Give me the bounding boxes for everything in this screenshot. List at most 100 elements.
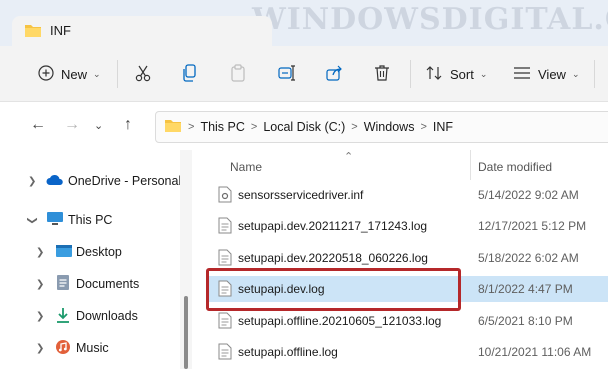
file-row[interactable]: setupapi.dev.20211217_171243.log 12/17/2… — [208, 213, 608, 239]
file-row[interactable]: sensorsservicedriver.inf 5/14/2022 9:02 … — [208, 182, 608, 208]
chevron-down-icon: ⌄ — [93, 68, 101, 79]
view-label: View — [538, 66, 566, 82]
breadcrumb-separator: > — [420, 121, 427, 133]
toolbar-divider — [410, 60, 411, 88]
file-name: setupapi.offline.20210605_121033.log — [238, 314, 442, 328]
sidebar-item-this-pc[interactable]: ❯ This PC — [0, 206, 180, 234]
sidebar-item-onedrive[interactable]: ❯ OneDrive - Personal — [0, 167, 182, 195]
scrollbar-thumb[interactable] — [184, 296, 188, 369]
breadcrumb-separator: > — [351, 121, 358, 133]
column-header-date[interactable]: Date modified — [478, 160, 552, 174]
share-button[interactable] — [326, 60, 344, 88]
documents-icon — [56, 274, 70, 294]
sidebar-item-downloads[interactable]: ❯ Downloads — [0, 302, 180, 330]
expand-chevron-icon[interactable]: ❯ — [27, 216, 38, 224]
sort-icon — [425, 65, 443, 84]
expand-chevron-icon[interactable]: ❯ — [36, 247, 44, 258]
scissors-icon — [134, 64, 152, 85]
sort-ascending-icon: ⌃ — [344, 151, 354, 163]
file-name: sensorsservicedriver.inf — [238, 188, 364, 202]
window-tab[interactable]: INF — [12, 16, 272, 46]
text-file-icon — [218, 312, 232, 332]
breadcrumb-windows[interactable]: Windows — [364, 120, 415, 134]
sort-button[interactable]: Sort ⌄ — [425, 60, 487, 88]
clipboard-icon — [230, 63, 246, 85]
view-button[interactable]: View ⌄ — [513, 60, 580, 88]
breadcrumb-this-pc[interactable]: This PC — [200, 120, 244, 134]
sidebar-item-desktop[interactable]: ❯ Desktop — [0, 238, 180, 266]
expand-chevron-icon[interactable]: ❯ — [36, 343, 44, 354]
new-button[interactable]: New ⌄ — [38, 60, 101, 88]
sidebar-item-label: OneDrive - Personal — [68, 174, 182, 188]
expand-chevron-icon[interactable]: ❯ — [36, 311, 44, 322]
sidebar-item-label: Music — [76, 341, 109, 355]
breadcrumb-inf[interactable]: INF — [433, 120, 453, 134]
text-file-icon — [218, 343, 232, 363]
back-arrow-icon[interactable]: ← — [30, 116, 46, 134]
sidebar-item-documents[interactable]: ❯ Documents — [0, 270, 180, 298]
monitor-icon — [46, 211, 64, 229]
sidebar-item-music[interactable]: ❯ Music — [0, 334, 180, 362]
list-view-icon — [513, 66, 531, 83]
music-icon — [55, 339, 71, 358]
rename-button[interactable] — [278, 60, 296, 88]
sidebar-item-label: Downloads — [76, 309, 138, 323]
file-date: 6/5/2021 8:10 PM — [478, 314, 573, 328]
command-bar: New ⌄ Sort ⌄ View ⌄ — [0, 46, 608, 102]
download-icon — [56, 307, 70, 326]
rename-icon — [278, 64, 296, 84]
file-row[interactable]: setupapi.offline.20210605_121033.log 6/5… — [208, 308, 608, 334]
text-file-icon — [218, 217, 232, 237]
sidebar-item-label: Desktop — [76, 245, 122, 259]
sidebar-item-label: Documents — [76, 277, 140, 291]
navigation-pane: ❯ OneDrive - Personal ❯ This PC ❯ Deskto… — [0, 150, 192, 369]
breadcrumb[interactable]: > This PC > Local Disk (C:) > Windows > … — [155, 111, 608, 143]
copy-button[interactable] — [182, 60, 198, 88]
settings-file-icon — [218, 186, 232, 206]
new-label: New — [61, 66, 88, 82]
expand-chevron-icon[interactable]: ❯ — [28, 176, 36, 187]
file-date: 5/14/2022 9:02 AM — [478, 188, 579, 202]
share-icon — [326, 65, 344, 84]
window-title: INF — [50, 23, 71, 38]
file-name: setupapi.dev.20211217_171243.log — [238, 219, 428, 233]
sort-label: Sort — [450, 66, 474, 82]
folder-icon — [24, 23, 42, 41]
sidebar-item-label: This PC — [68, 213, 113, 227]
file-date: 8/1/2022 4:47 PM — [478, 282, 573, 296]
recent-chevron-icon[interactable]: ⌄ — [94, 119, 103, 132]
file-row[interactable]: setupapi.offline.log 10/21/2021 11:06 AM — [208, 339, 608, 365]
desktop-icon — [55, 244, 73, 261]
cut-button[interactable] — [134, 60, 152, 88]
folder-icon — [164, 118, 182, 136]
up-arrow-icon[interactable]: ↑ — [124, 116, 132, 134]
chevron-down-icon: ⌄ — [571, 68, 580, 79]
watermark: WINDOWSDIGITAL.COM — [252, 2, 608, 37]
file-list: ⌃ Name Date modified sensorsservicedrive… — [192, 150, 608, 369]
toolbar-divider — [117, 60, 118, 88]
paste-button[interactable] — [230, 60, 246, 88]
file-date: 10/21/2021 11:06 AM — [478, 345, 592, 359]
text-file-icon — [218, 249, 232, 269]
file-name: setupapi.offline.log — [238, 345, 338, 359]
annotation-highlight-box — [206, 268, 461, 311]
breadcrumb-separator: > — [188, 121, 195, 133]
trash-icon — [374, 64, 390, 85]
title-bar: WINDOWSDIGITAL.COM INF — [0, 0, 608, 46]
plus-circle-icon — [38, 64, 54, 84]
column-header-name[interactable]: Name — [230, 160, 262, 174]
file-name: setupapi.dev.20220518_060226.log — [238, 251, 428, 265]
delete-button[interactable] — [374, 60, 390, 88]
expand-chevron-icon[interactable]: ❯ — [36, 279, 44, 290]
file-date: 12/17/2021 5:12 PM — [478, 219, 587, 233]
column-divider[interactable] — [470, 150, 471, 180]
breadcrumb-local-disk[interactable]: Local Disk (C:) — [263, 120, 345, 134]
address-bar: ← → ⌄ ↑ > This PC > Local Disk (C:) > Wi… — [0, 102, 608, 150]
breadcrumb-separator: > — [250, 121, 258, 133]
toolbar-divider — [594, 60, 595, 88]
file-date: 5/18/2022 6:02 AM — [478, 251, 579, 265]
forward-arrow-icon[interactable]: → — [64, 116, 80, 134]
copy-icon — [182, 63, 198, 85]
cloud-icon — [46, 174, 64, 189]
chevron-down-icon: ⌄ — [479, 68, 488, 79]
